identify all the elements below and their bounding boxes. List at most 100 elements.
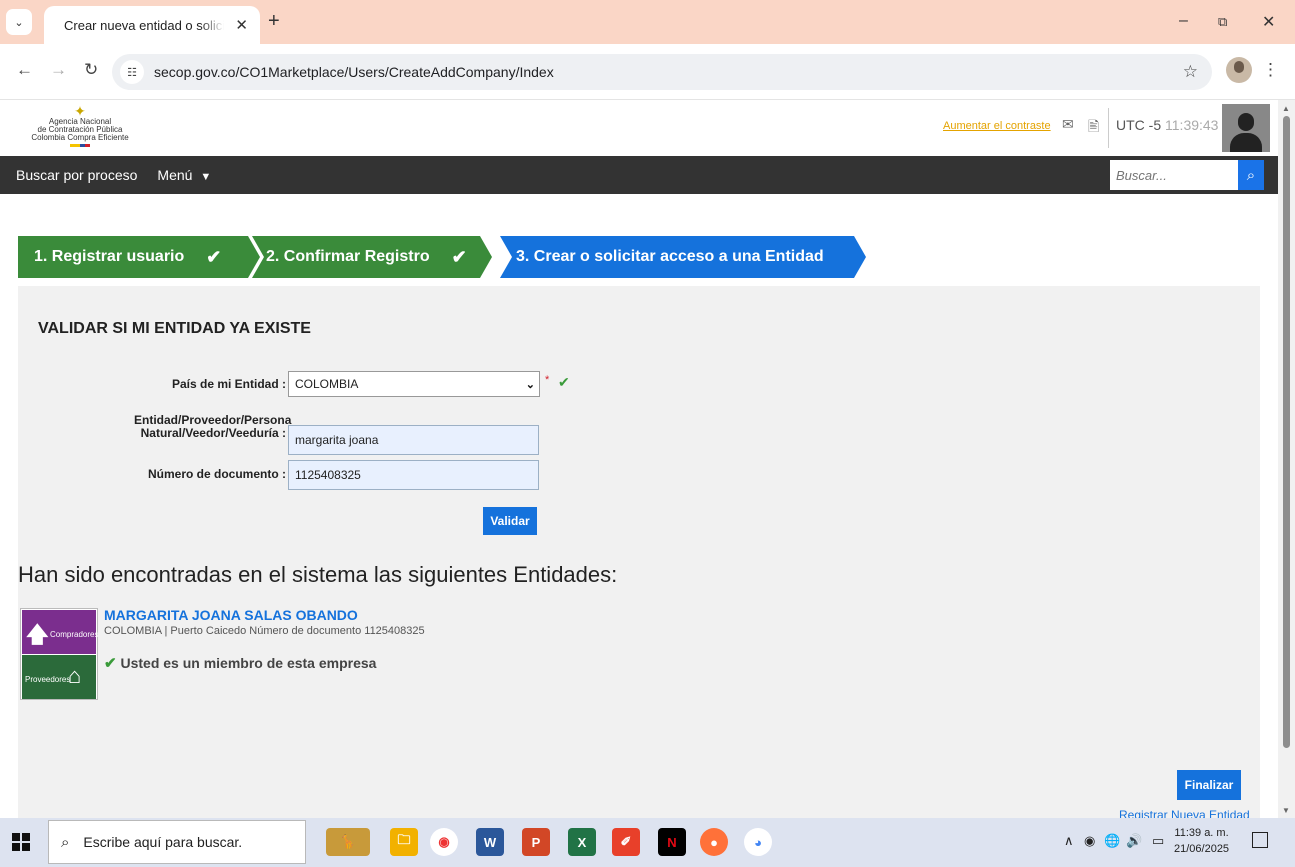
url-field[interactable]: ☷ secop.gov.co/CO1Marketplace/Users/Crea…: [112, 54, 1212, 90]
scroll-thumb[interactable]: [1283, 116, 1290, 748]
back-icon[interactable]: ←: [16, 61, 33, 79]
forward-icon[interactable]: →: [50, 61, 67, 79]
giraffe-widget-icon[interactable]: 🦒: [326, 828, 370, 856]
taskbar-search-placeholder: Escribe aquí para buscar.: [83, 834, 243, 850]
country-select[interactable]: COLOMBIA ⌄: [288, 371, 540, 397]
entity-label-line-2: Natural/Veedor/Veeduría :: [140, 426, 286, 440]
mail-icon[interactable]: ✉: [1062, 116, 1074, 133]
powerpoint-icon[interactable]: P: [522, 828, 550, 856]
chevron-down-icon: ⌄: [525, 379, 535, 391]
browser-tab-active[interactable]: Crear nueva entidad o solicitar acceso ✕: [44, 6, 260, 44]
system-time: 11:39 a. m.: [1174, 827, 1229, 839]
system-date: 21/06/2025: [1174, 843, 1230, 855]
reload-icon[interactable]: ↻: [84, 61, 98, 79]
increase-contrast-link[interactable]: Aumentar el contraste: [943, 120, 1051, 132]
windows-taskbar: ⌕ Escribe aquí para buscar. 🦒 🗀 ◉ W P X …: [0, 818, 1295, 867]
scroll-up-icon[interactable]: ▲: [1282, 104, 1290, 113]
site-search-input[interactable]: [1110, 160, 1238, 190]
check-icon: ✔: [104, 655, 117, 672]
agency-logo[interactable]: ✦ Agencia Nacional de Contratación Públi…: [20, 104, 140, 147]
clock-time: 11:39:43: [1165, 117, 1219, 133]
scroll-down-icon[interactable]: ▼: [1282, 806, 1290, 815]
country-label: País de mi Entidad :: [171, 377, 286, 391]
bookmark-star-icon[interactable]: ☆: [1183, 62, 1198, 82]
entity-result-details: COLOMBIA | Puerto Caicedo Número de docu…: [104, 625, 425, 637]
close-window-icon[interactable]: ✕: [1262, 12, 1275, 32]
tab-close-icon[interactable]: ✕: [235, 16, 248, 34]
netflix-icon[interactable]: N: [658, 828, 686, 856]
timezone-label: UTC -5: [1116, 117, 1162, 133]
search-icon[interactable]: ⌕: [1238, 160, 1264, 190]
url-text: secop.gov.co/CO1Marketplace/Users/Create…: [154, 64, 554, 80]
caret-down-icon: ▼: [200, 171, 212, 183]
search-icon: ⌕: [61, 833, 70, 851]
required-marker: *: [545, 374, 550, 386]
nav-search-by-process[interactable]: Buscar por proceso: [16, 167, 137, 183]
suppliers-logo-panel: Proveedores ⌂: [22, 655, 96, 699]
form-title: VALIDAR SI MI ENTIDAD YA EXISTE: [38, 320, 311, 337]
step-create-entity[interactable]: 3. Crear o solicitar acceso a una Entida…: [500, 236, 866, 278]
windows-start-icon[interactable]: [12, 833, 30, 851]
buyers-logo-panel: 🡅 Compradores: [22, 610, 99, 654]
server-clock: UTC -5 11:39:43: [1116, 117, 1218, 133]
tray-chevron-up-icon[interactable]: ∧: [1064, 833, 1074, 849]
nav-menu[interactable]: Menú ▼: [157, 167, 211, 183]
profile-avatar[interactable]: [1226, 57, 1252, 83]
tab-title: Crear nueva entidad o solicitar acceso: [64, 17, 224, 33]
document-icon[interactable]: 🖹: [1088, 116, 1099, 140]
more-menu-icon[interactable]: ⋮: [1262, 60, 1279, 80]
minimize-icon[interactable]: –: [1179, 12, 1188, 30]
step-confirm-registration[interactable]: 2. Confirmar Registro ✔: [252, 236, 492, 278]
valid-check-icon: ✔: [558, 374, 570, 390]
restore-icon[interactable]: ⧉: [1218, 14, 1227, 30]
logo-line-3: Colombia Compra Eficiente: [31, 133, 129, 142]
results-title: Han sido encontradas en el sistema las s…: [18, 562, 618, 587]
location-icon[interactable]: ◉: [1084, 833, 1095, 849]
header-divider: [1108, 108, 1109, 148]
step-3-label: 3. Crear o solicitar acceso a una Entida…: [516, 248, 824, 265]
document-number-input[interactable]: [288, 460, 539, 490]
pdf-reader-icon[interactable]: ✐: [612, 828, 640, 856]
browser-tab-bar: ⌄ Crear nueva entidad o solicitar acceso…: [0, 0, 1295, 44]
entity-name-input[interactable]: [288, 425, 539, 455]
finish-button[interactable]: Finalizar: [1177, 770, 1241, 800]
avatar-body: [1230, 133, 1262, 152]
volume-icon[interactable]: 🔊: [1126, 833, 1142, 849]
coat-of-arms-icon: ✦: [74, 103, 86, 119]
new-tab-icon[interactable]: +: [268, 11, 280, 31]
suppliers-label: Proveedores: [25, 675, 71, 684]
check-icon: ✔: [451, 246, 467, 267]
step-2-label: 2. Confirmar Registro: [266, 248, 430, 265]
battery-icon[interactable]: ▭: [1152, 833, 1164, 849]
chrome-icon[interactable]: ◉: [430, 828, 458, 856]
user-avatar[interactable]: [1222, 104, 1270, 152]
site-info-icon[interactable]: ☷: [120, 60, 144, 84]
firefox-icon[interactable]: ●: [700, 828, 728, 856]
nav-menu-label: Menú: [157, 167, 193, 183]
site-header: ✦ Agencia Nacional de Contratación Públi…: [0, 100, 1278, 156]
step-1-label: 1. Registrar usuario: [34, 248, 185, 265]
buyers-label: Compradores: [50, 630, 99, 639]
taskbar-search[interactable]: ⌕ Escribe aquí para buscar.: [48, 820, 306, 864]
suppliers-house-icon: ⌂: [68, 663, 82, 688]
system-clock[interactable]: 11:39 a. m. 21/06/2025: [1174, 825, 1229, 857]
flag-stripe: [70, 144, 90, 147]
word-icon[interactable]: W: [476, 828, 504, 856]
file-explorer-icon[interactable]: 🗀: [390, 828, 418, 856]
document-number-label: Número de documento :: [147, 467, 286, 481]
excel-icon[interactable]: X: [568, 828, 596, 856]
step-register-user[interactable]: 1. Registrar usuario ✔: [18, 236, 260, 278]
tab-search-chevron-icon[interactable]: ⌄: [6, 9, 32, 35]
address-bar: ← → ↻ ☷ secop.gov.co/CO1Marketplace/User…: [0, 44, 1295, 100]
notifications-icon[interactable]: [1252, 832, 1268, 848]
entity-result-link[interactable]: MARGARITA JOANA SALAS OBANDO: [104, 607, 358, 623]
main-panel: VALIDAR SI MI ENTIDAD YA EXISTE País de …: [18, 286, 1260, 822]
chrome-profile-icon[interactable]: ◕: [744, 828, 772, 856]
membership-status: ✔ Usted es un miembro de esta empresa: [104, 654, 376, 672]
membership-text: Usted es un miembro de esta empresa: [120, 655, 377, 671]
validate-button[interactable]: Validar: [483, 507, 537, 535]
entity-label: Entidad/Proveedor/Persona Natural/Veedor…: [98, 414, 291, 440]
network-icon[interactable]: 🌐: [1104, 833, 1120, 849]
page-scrollbar[interactable]: ▲ ▼: [1278, 100, 1295, 818]
entity-logo: 🡅 Compradores Proveedores ⌂: [20, 608, 98, 700]
